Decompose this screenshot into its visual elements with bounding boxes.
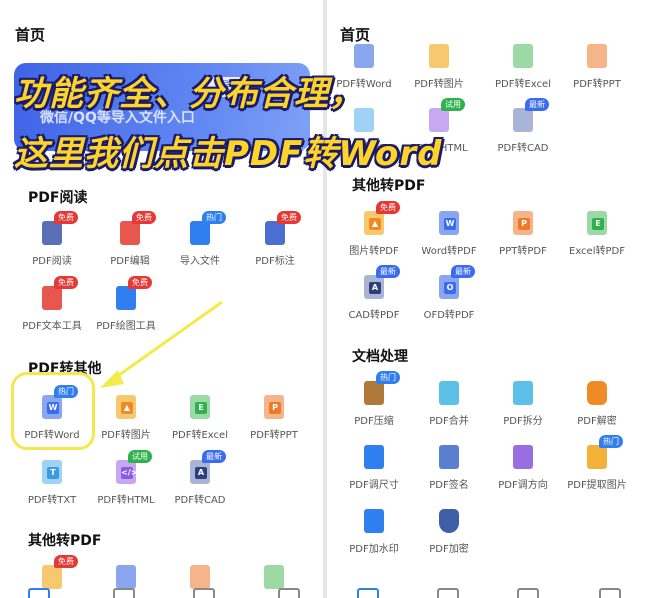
resize-icon (364, 445, 384, 469)
tool-pdf-to-cad[interactable]: 最新 PDF转CAD (484, 98, 562, 154)
caption-overlay: 功能齐全、分布合理， 这里我们点击PDF转Word (14, 64, 442, 184)
tool-pdf-resize[interactable]: PDF调尺寸 (335, 443, 413, 491)
extract-image-icon (587, 445, 607, 469)
tool-label: PDF合并 (429, 416, 469, 427)
tool-ofd-to-pdf[interactable]: O 最新 OFD转PDF (410, 265, 488, 321)
shield-icon (439, 509, 459, 533)
caption-line-2: 这里我们点击PDF转Word (14, 134, 443, 174)
pen-icon (439, 445, 459, 469)
tool-pdf-to-excel[interactable]: PDF转Excel (484, 42, 562, 90)
tool-label: CAD转PDF (348, 310, 400, 321)
tool-pdf-rotate[interactable]: PDF调方向 (484, 443, 562, 491)
tool-cad-to-pdf[interactable]: A 最新 CAD转PDF (335, 265, 413, 321)
tool-pdf-compress[interactable]: 热门 PDF压缩 (335, 371, 413, 427)
tool-pdf-merge[interactable]: PDF合并 (410, 379, 488, 427)
tool-label: PDF解密 (577, 416, 617, 427)
caption-line-1: 功能齐全、分布合理， (14, 74, 364, 114)
badge-new: 最新 (525, 98, 549, 111)
tool-label: Excel转PDF (569, 246, 625, 257)
tool-pdf-encrypt[interactable]: PDF加密 (410, 507, 488, 555)
home-tab-icon[interactable] (357, 588, 379, 598)
ofd-icon: O (444, 282, 456, 294)
tool-excel-to-pdf[interactable]: E Excel转PDF (558, 209, 636, 257)
cad-icon (513, 108, 533, 132)
tool-label: PDF压缩 (354, 416, 394, 427)
badge-free: 免费 (376, 201, 400, 214)
tool-label: PDF提取图片 (567, 480, 627, 491)
cad-icon: A (369, 282, 381, 294)
tool-label: PDF拆分 (503, 416, 543, 427)
excel-icon: E (592, 218, 604, 230)
image-icon: ▲ (369, 218, 381, 230)
apps-tab-icon[interactable] (113, 588, 135, 598)
tool-label: 图片转PDF (349, 246, 399, 257)
badge-hot: 热门 (599, 435, 623, 448)
tool-pdf-split[interactable]: PDF拆分 (484, 379, 562, 427)
rotate-icon (513, 445, 533, 469)
unlock-icon (587, 381, 607, 405)
apps-tab-icon[interactable] (437, 588, 459, 598)
tool-label: PDF转CAD (497, 143, 549, 154)
merge-icon (439, 381, 459, 405)
tool-word-to-pdf[interactable]: W Word转PDF (410, 209, 488, 257)
ppt-icon: P (518, 218, 530, 230)
tool-image-to-pdf[interactable]: ▲ 免费 图片转PDF (335, 201, 413, 257)
tool-pdf-sign[interactable]: PDF签名 (410, 443, 488, 491)
tool-label: PDF转Excel (495, 79, 551, 90)
badge-hot: 热门 (376, 371, 400, 384)
tool-pdf-extract-image[interactable]: 热门 PDF提取图片 (558, 435, 636, 491)
badge-new: 最新 (376, 265, 400, 278)
profile-tab-icon[interactable] (278, 588, 300, 598)
files-tab-icon[interactable] (517, 588, 539, 598)
tool-label: PDF加密 (429, 544, 469, 555)
tool-pdf-decrypt[interactable]: PDF解密 (558, 379, 636, 427)
tool-label: Word转PDF (421, 246, 477, 257)
split-icon (513, 381, 533, 405)
tool-label: PDF调方向 (498, 480, 548, 491)
tool-label: PDF签名 (429, 480, 469, 491)
word-icon: W (444, 218, 456, 230)
section-title-doc-process: 文档处理 (352, 349, 408, 365)
tool-pdf-watermark[interactable]: PDF加水印 (335, 507, 413, 555)
profile-tab-icon[interactable] (599, 588, 621, 598)
tool-pdf-to-ppt[interactable]: PDF转PPT (558, 42, 636, 90)
badge-new: 最新 (451, 265, 475, 278)
files-tab-icon[interactable] (193, 588, 215, 598)
tool-label: PDF调尺寸 (349, 480, 399, 491)
excel-icon (513, 44, 533, 68)
tool-label: OFD转PDF (423, 310, 475, 321)
zip-icon (364, 381, 384, 405)
tool-label: PPT转PDF (499, 246, 547, 257)
tool-label: PDF加水印 (349, 544, 399, 555)
tool-label: PDF转PPT (573, 79, 621, 90)
home-tab-icon[interactable] (28, 588, 50, 598)
ppt-icon (587, 44, 607, 68)
watermark-icon (364, 509, 384, 533)
tool-ppt-to-pdf[interactable]: P PPT转PDF (484, 209, 562, 257)
badge-try: 试用 (441, 98, 465, 111)
